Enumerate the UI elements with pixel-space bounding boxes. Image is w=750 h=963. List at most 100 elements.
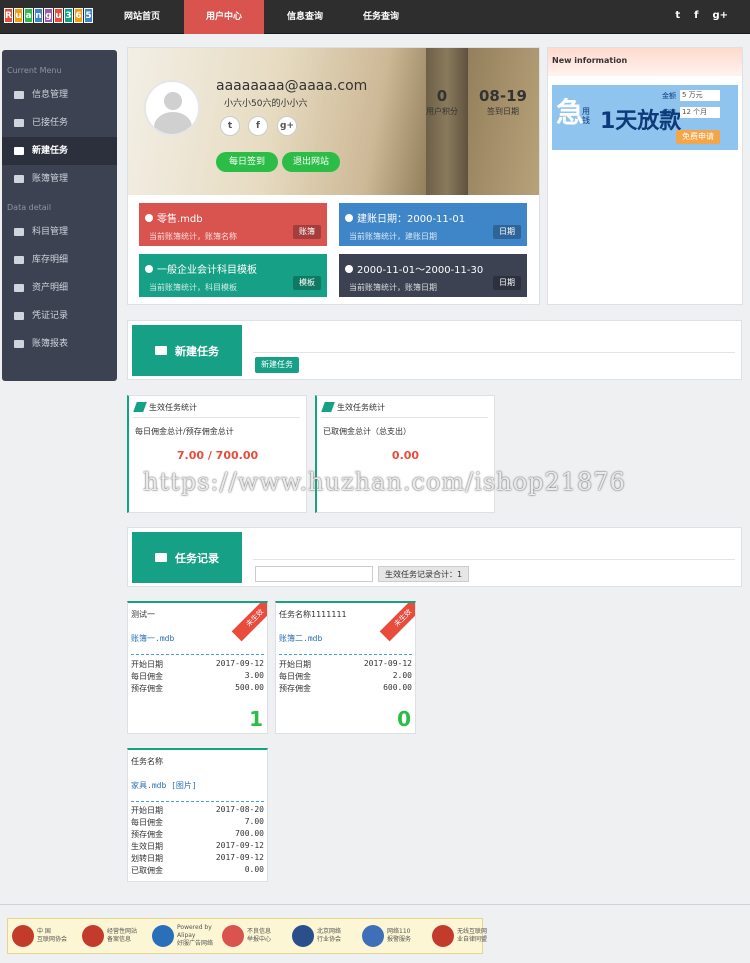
gear-icon	[145, 264, 153, 273]
logo-letter: g	[44, 8, 53, 23]
task-row: 开始日期 2017-09-12	[279, 659, 412, 670]
ledger-template-card: 一般企业会计科目模板 当前账簿统计，科目模板 模板	[139, 254, 327, 297]
task-count: 0	[397, 707, 411, 731]
row-label: 预存佣金	[279, 684, 311, 693]
logo-letter: a	[24, 8, 33, 23]
nav-task-query[interactable]: 任务查询	[346, 0, 416, 34]
loan-ad-banner[interactable]: 急 用钱 1天放款 金额 5 万元 期限 12 个月 免费申请	[552, 85, 738, 150]
row-value: 2017-09-12	[363, 659, 412, 668]
google-plus-icon[interactable]: g+	[712, 10, 728, 21]
card-title: 一般企业会计科目模板	[157, 265, 257, 276]
task-row: 每日佣金 3.00	[131, 671, 264, 682]
effective-task-total-button[interactable]: 生效任务记录合计：1	[378, 566, 470, 582]
footer-badge[interactable]: 无线互联网 业自律同盟	[432, 925, 497, 947]
footer-badge[interactable]: 中 国 互联网协会	[12, 925, 77, 947]
task-name: 任务名称1111111	[279, 610, 347, 619]
task-ledger-link[interactable]: 账簿二.mdb	[279, 633, 322, 644]
new-task-section: 新建任务 新建任务	[127, 320, 742, 380]
badge-emblem-icon	[222, 925, 244, 947]
task-card[interactable]: 任务名称 家具.mdb [图片] 开始日期 2017-08-20 每日佣金 7.00…	[127, 748, 268, 882]
sidebar-item-reports[interactable]: 账簿报表	[2, 330, 117, 358]
nav-user-center[interactable]: 用户中心	[184, 0, 264, 34]
row-value: 2.00	[392, 671, 412, 680]
sidebar-item-accepted-tasks[interactable]: 已接任务	[2, 109, 117, 137]
top-navbar: Ruangu365 网站首页 用户中心 信息查询 任务查询 t f g+	[0, 0, 750, 34]
footer-badge[interactable]: 北京网络 行业协会	[292, 925, 357, 947]
main-nav: 网站首页 用户中心 信息查询 任务查询	[100, 0, 416, 34]
sidebar-item-label: 凭证记录	[32, 311, 69, 321]
points-value: 0	[436, 87, 448, 105]
badge-label: 中 国 互联网协会	[37, 928, 68, 943]
card-title: 零售.mdb	[157, 214, 203, 225]
card-title: 建账日期：2000-11-01	[357, 214, 466, 225]
task-row: 开始日期 2017-08-20	[131, 805, 264, 816]
card-title: 2000-11-01～2000-11-30	[357, 265, 484, 276]
task-name: 任务名称	[131, 757, 163, 766]
gear-icon	[345, 213, 353, 222]
twitter-icon[interactable]: t	[675, 10, 680, 21]
sidebar-item-label: 资产明细	[32, 283, 69, 293]
sidebar-item-vouchers[interactable]: 凭证记录	[2, 302, 117, 330]
card-tag: 日期	[493, 276, 521, 290]
badge-emblem-icon	[82, 925, 104, 947]
sidebar-item-label: 已接任务	[32, 118, 69, 128]
task-count: 1	[249, 707, 263, 731]
sign-in-button[interactable]: 每日签到	[216, 152, 278, 172]
footer-badge[interactable]: 网络110 报警服务	[362, 925, 427, 947]
task-row: 开始日期 2017-09-12	[131, 659, 264, 670]
nav-info-query[interactable]: 信息查询	[264, 0, 346, 34]
task-card[interactable]: 任务名称1111111 账簿二.mdb 未生效 开始日期 2017-09-12 每…	[275, 601, 416, 734]
row-value: 500.00	[235, 683, 264, 692]
badge-label: 北京网络 行业协会	[317, 928, 342, 943]
new-task-button[interactable]: 新建任务	[255, 357, 299, 373]
ad-amount-select[interactable]: 5 万元	[680, 90, 720, 101]
new-information-panel: New information 急 用钱 1天放款 金额 5 万元 期限 12 …	[547, 47, 743, 305]
footer-badge[interactable]: Powered by Alipay 好服广告网络	[152, 924, 217, 948]
sidebar-item-label: 科目管理	[32, 227, 69, 237]
sidebar-item-assets[interactable]: 资产明细	[2, 274, 117, 302]
facebook-icon[interactable]: f	[694, 10, 698, 21]
sidebar-item-label: 库存明细	[32, 255, 69, 265]
divider	[131, 654, 264, 655]
badge-emblem-icon	[12, 925, 34, 947]
footer-badge[interactable]: 不良信息 举报中心	[222, 925, 287, 947]
sidebar-item-new-task[interactable]: 新建任务	[2, 137, 117, 165]
footer-badge[interactable]: 经营性网站 备案信息	[82, 925, 147, 947]
ad-apply-button[interactable]: 免费申请	[676, 130, 720, 144]
sidebar-item-subject-manage[interactable]: 科目管理	[2, 218, 117, 246]
google-plus-icon[interactable]: g+	[277, 116, 297, 136]
briefcase-icon	[14, 340, 24, 348]
edit-icon	[14, 284, 24, 292]
ad-amount-label: 金额	[662, 92, 676, 100]
task-card[interactable]: 测试一 账簿一.mdb 未生效 开始日期 2017-09-12 每日佣金 3.00 …	[127, 601, 268, 734]
row-value: 7.00	[244, 817, 264, 826]
nav-home[interactable]: 网站首页	[100, 0, 184, 34]
sidebar-item-info-manage[interactable]: 信息管理	[2, 81, 117, 109]
card-subtitle: 当前账簿统计，账簿名称	[149, 232, 237, 241]
logout-button[interactable]: 退出网站	[282, 152, 340, 172]
task-row: 预存佣金 700.00	[131, 829, 264, 840]
badge-emblem-icon	[292, 925, 314, 947]
row-value: 2017-09-12	[215, 841, 264, 850]
avatar[interactable]	[144, 80, 200, 136]
logo-letter: 6	[74, 8, 83, 23]
document-icon	[14, 312, 24, 320]
row-value: 2017-08-20	[215, 805, 264, 814]
sidebar-item-inventory[interactable]: 库存明细	[2, 246, 117, 274]
ledger-name-card: 零售.mdb 当前账簿统计，账簿名称 账簿	[139, 203, 327, 246]
facebook-icon[interactable]: f	[248, 116, 268, 136]
task-ledger-link[interactable]: 账簿一.mdb	[131, 633, 174, 644]
card-tag: 日期	[493, 225, 521, 239]
task-ledger-link[interactable]: 家具.mdb [图片]	[131, 780, 197, 791]
task-row: 生效日期 2017-09-12	[131, 841, 264, 852]
site-logo[interactable]: Ruangu365	[4, 8, 94, 23]
ad-small-text: 用钱	[582, 107, 590, 125]
twitter-icon[interactable]: t	[220, 116, 240, 136]
ad-term-select[interactable]: 12 个月	[680, 107, 720, 118]
row-label: 开始日期	[279, 660, 311, 669]
task-search-input[interactable]	[255, 566, 373, 582]
row-label: 预存佣金	[131, 684, 163, 693]
row-value: 700.00	[235, 829, 264, 838]
pencil-icon	[133, 402, 147, 412]
sidebar-item-ledger-manage[interactable]: 账簿管理	[2, 165, 117, 193]
